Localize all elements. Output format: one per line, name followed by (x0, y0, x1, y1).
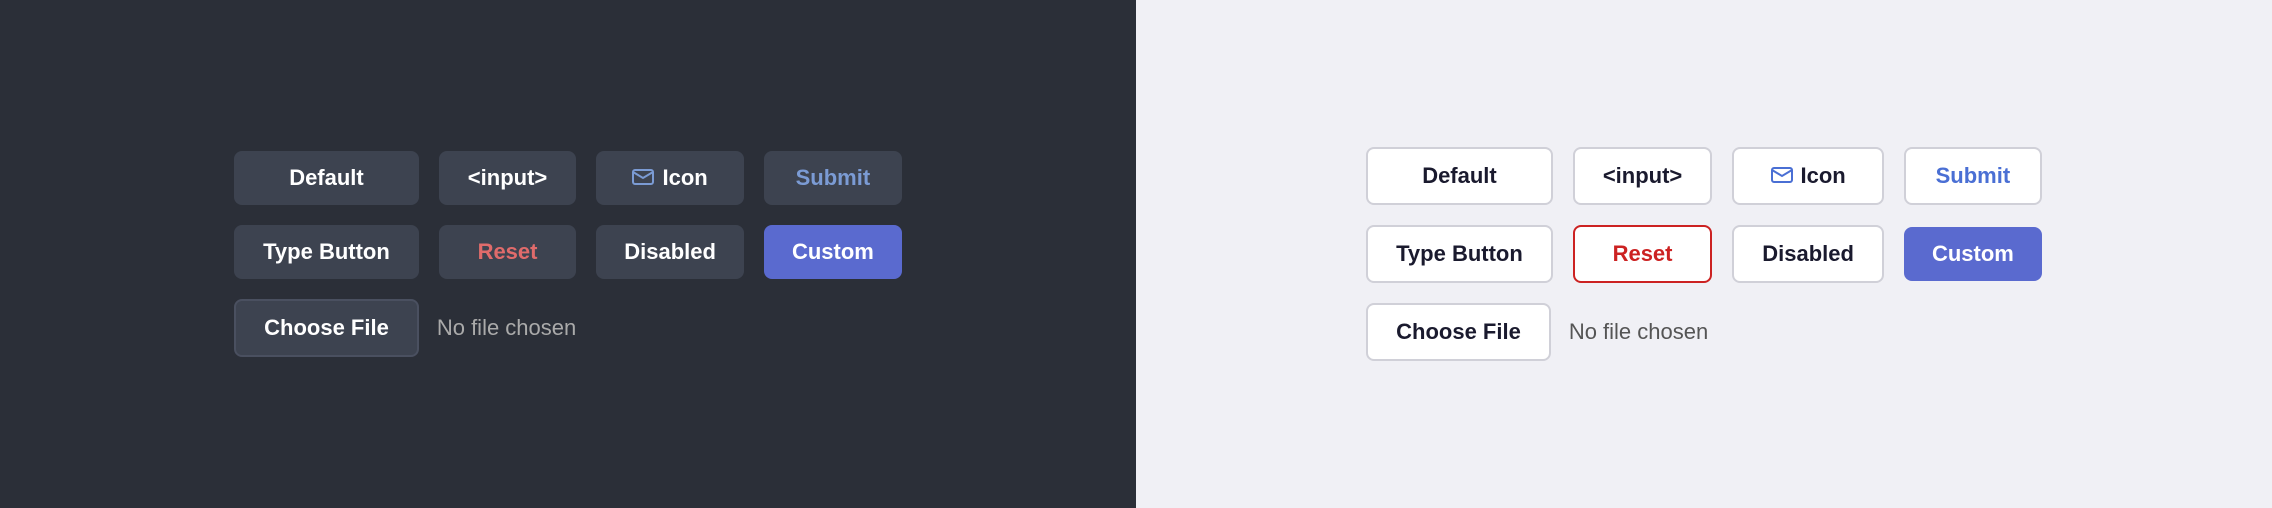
dark-file-row: Choose File No file chosen (234, 299, 576, 357)
dark-choose-file-button[interactable]: Choose File (234, 299, 419, 357)
light-icon-button[interactable]: Icon (1732, 147, 1884, 205)
light-file-row: Choose File No file chosen (1366, 303, 1712, 361)
dark-icon-button[interactable]: Icon (596, 151, 744, 205)
light-reset-button[interactable]: Reset (1573, 225, 1712, 283)
light-type-button[interactable]: Type Button (1366, 225, 1553, 283)
envelope-icon-light (1771, 163, 1793, 189)
light-default-button[interactable]: Default (1366, 147, 1553, 205)
envelope-icon (632, 165, 654, 191)
dark-icon-button-label: Icon (662, 165, 707, 191)
dark-panel: Default <input> Icon Submit Type Button … (0, 0, 1136, 508)
dark-button-grid: Default <input> Icon Submit Type Button … (234, 151, 902, 357)
dark-input-button[interactable]: <input> (439, 151, 576, 205)
dark-default-button[interactable]: Default (234, 151, 419, 205)
light-disabled-button: Disabled (1732, 225, 1884, 283)
light-custom-button[interactable]: Custom (1904, 227, 2042, 281)
dark-submit-button[interactable]: Submit (764, 151, 902, 205)
dark-type-button[interactable]: Type Button (234, 225, 419, 279)
light-icon-button-label: Icon (1801, 163, 1846, 189)
dark-no-file-label: No file chosen (437, 315, 576, 341)
light-panel: Default <input> Icon Submit Type Button … (1136, 0, 2272, 508)
dark-reset-button[interactable]: Reset (439, 225, 576, 279)
light-choose-file-button[interactable]: Choose File (1366, 303, 1551, 361)
light-input-button[interactable]: <input> (1573, 147, 1712, 205)
light-no-file-label: No file chosen (1569, 319, 1708, 345)
light-submit-button[interactable]: Submit (1904, 147, 2042, 205)
dark-disabled-button: Disabled (596, 225, 744, 279)
dark-custom-button[interactable]: Custom (764, 225, 902, 279)
light-button-grid: Default <input> Icon Submit Type Button … (1366, 147, 2042, 361)
